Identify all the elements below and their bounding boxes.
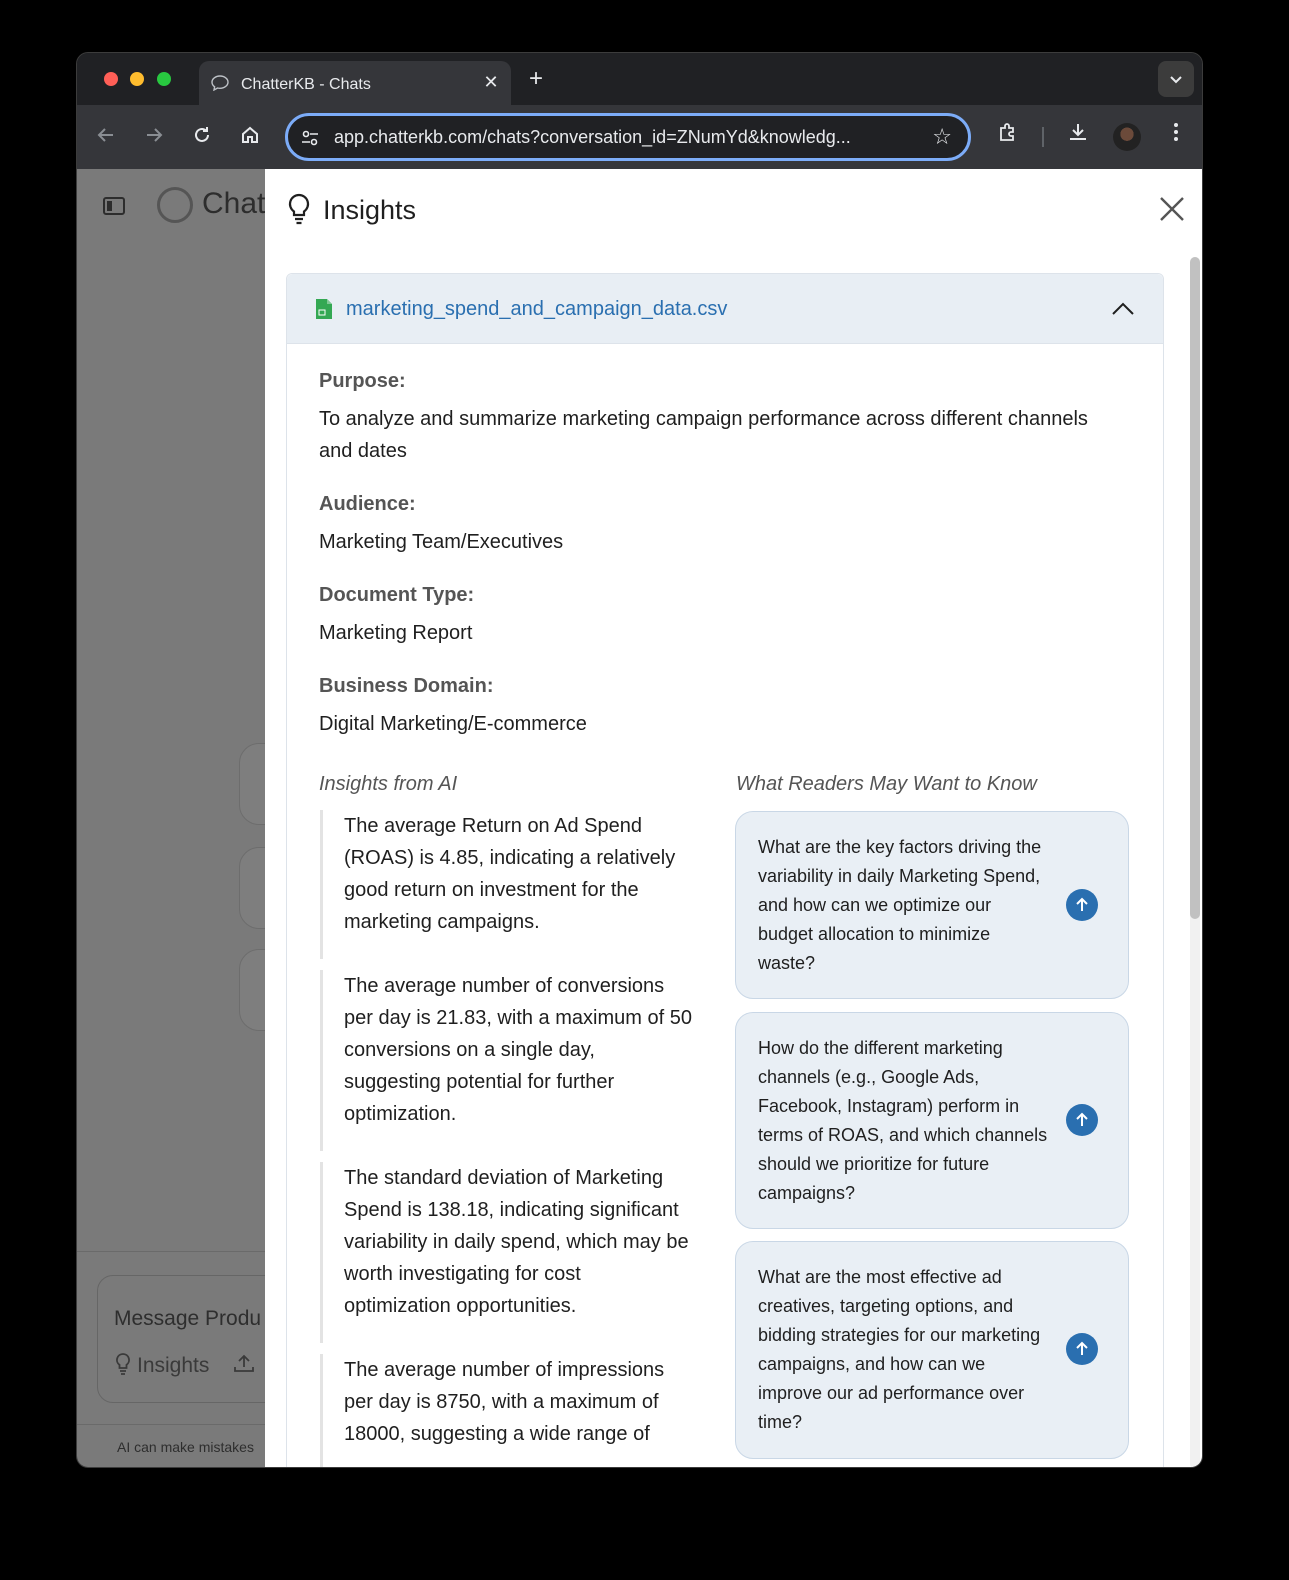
file-insight-card: marketing_spend_and_campaign_data.csv Pu… xyxy=(286,273,1164,1467)
page-viewport: Chat Message Produ Insights AI can make … xyxy=(77,169,1202,1467)
file-name-link[interactable]: marketing_spend_and_campaign_data.csv xyxy=(346,298,727,321)
insights-column-title: Insights from AI xyxy=(319,773,458,795)
lightbulb-icon xyxy=(116,1353,130,1375)
browser-toolbar: app.chatterkb.com/chats?conversation_id=… xyxy=(77,105,1202,169)
browser-window: ChatterKB - Chats ✕ + app.chatterkb.com/… xyxy=(76,52,1203,1468)
ai-disclaimer: AI can make mistakes xyxy=(117,1439,254,1455)
address-bar[interactable]: app.chatterkb.com/chats?conversation_id=… xyxy=(285,113,971,161)
spreadsheet-file-icon xyxy=(316,299,332,319)
bookmark-star-icon[interactable]: ☆ xyxy=(932,124,952,150)
insight-item: The average number of impressions per da… xyxy=(320,1354,692,1467)
profile-avatar[interactable] xyxy=(1113,123,1141,151)
ask-question-button[interactable] xyxy=(1066,889,1098,921)
arrow-up-icon xyxy=(1076,1112,1088,1126)
panel-header: Insights xyxy=(265,169,1202,251)
insights-button-label: Insights xyxy=(137,1354,210,1377)
document-type-label: Document Type: xyxy=(319,584,475,606)
minimize-window-button[interactable] xyxy=(130,72,144,86)
new-tab-button[interactable]: + xyxy=(525,65,547,93)
panel-title: Insights xyxy=(323,195,417,225)
tab-search-chevron-icon[interactable] xyxy=(1158,61,1194,97)
chevron-up-icon[interactable] xyxy=(1111,300,1135,316)
back-arrow-icon[interactable] xyxy=(93,125,119,151)
insights-button[interactable]: Insights xyxy=(115,1353,209,1378)
suggested-question-card[interactable]: How do the different marketing channels … xyxy=(735,1012,1129,1229)
home-icon[interactable] xyxy=(237,125,263,151)
purpose-value: To analyze and summarize marketing campa… xyxy=(319,408,1088,462)
toolbar-divider xyxy=(1042,127,1044,147)
chat-bubble-icon xyxy=(211,75,229,91)
scrollbar-thumb[interactable] xyxy=(1190,257,1200,919)
document-type-value: Marketing Report xyxy=(319,622,473,644)
insight-item: The average Return on Ad Spend (ROAS) is… xyxy=(320,810,692,959)
sidebar-toggle-icon[interactable] xyxy=(103,197,125,215)
audience-value: Marketing Team/Executives xyxy=(319,531,564,553)
download-icon[interactable] xyxy=(1063,121,1093,151)
close-icon[interactable] xyxy=(1158,195,1186,223)
url-text[interactable]: app.chatterkb.com/chats?conversation_id=… xyxy=(334,127,851,148)
insights-panel: Insights marketing_spend_and_campaign_da… xyxy=(265,169,1202,1467)
app-logo-icon xyxy=(157,187,193,223)
composer-divider xyxy=(77,1251,277,1252)
ask-question-button[interactable] xyxy=(1066,1333,1098,1365)
audience-label: Audience: xyxy=(319,493,416,515)
business-domain-label: Business Domain: xyxy=(319,675,494,697)
tab-title: ChatterKB - Chats xyxy=(241,76,371,93)
question-text: What are the key factors driving the var… xyxy=(758,837,1042,973)
question-text: How do the different marketing channels … xyxy=(758,1038,1048,1203)
arrow-up-icon xyxy=(1076,897,1088,911)
file-card-header[interactable]: marketing_spend_and_campaign_data.csv xyxy=(287,274,1163,344)
question-text: What are the most effective ad creatives… xyxy=(758,1267,1041,1432)
lightbulb-icon xyxy=(288,193,310,225)
suggested-question-card[interactable]: What are the most effective ad creatives… xyxy=(735,1241,1129,1459)
footer-divider xyxy=(77,1424,277,1425)
upload-icon[interactable] xyxy=(233,1353,255,1379)
message-input-placeholder[interactable]: Message Produ xyxy=(114,1307,261,1331)
reload-icon[interactable] xyxy=(189,125,215,151)
maximize-window-button[interactable] xyxy=(157,72,171,86)
extensions-puzzle-icon[interactable] xyxy=(993,121,1023,151)
app-brand: Chat xyxy=(202,187,266,220)
questions-column-title: What Readers May Want to Know xyxy=(736,773,1037,795)
suggested-question-card[interactable]: What are the key factors driving the var… xyxy=(735,811,1129,999)
tab-chatterkb[interactable]: ChatterKB - Chats ✕ xyxy=(199,61,511,105)
tab-close-icon[interactable]: ✕ xyxy=(481,72,501,92)
business-domain-value: Digital Marketing/E-commerce xyxy=(319,713,587,735)
purpose-label: Purpose: xyxy=(319,370,406,392)
insight-item: The standard deviation of Marketing Spen… xyxy=(320,1162,692,1343)
arrow-up-icon xyxy=(1076,1341,1088,1355)
insight-item: The average number of conversions per da… xyxy=(320,970,692,1151)
close-window-button[interactable] xyxy=(104,72,118,86)
ask-question-button[interactable] xyxy=(1066,1104,1098,1136)
site-settings-icon[interactable] xyxy=(300,128,320,148)
browser-menu-icon[interactable] xyxy=(1161,121,1191,151)
forward-arrow-icon[interactable] xyxy=(141,125,167,151)
title-bar: ChatterKB - Chats ✕ + xyxy=(77,53,1202,105)
